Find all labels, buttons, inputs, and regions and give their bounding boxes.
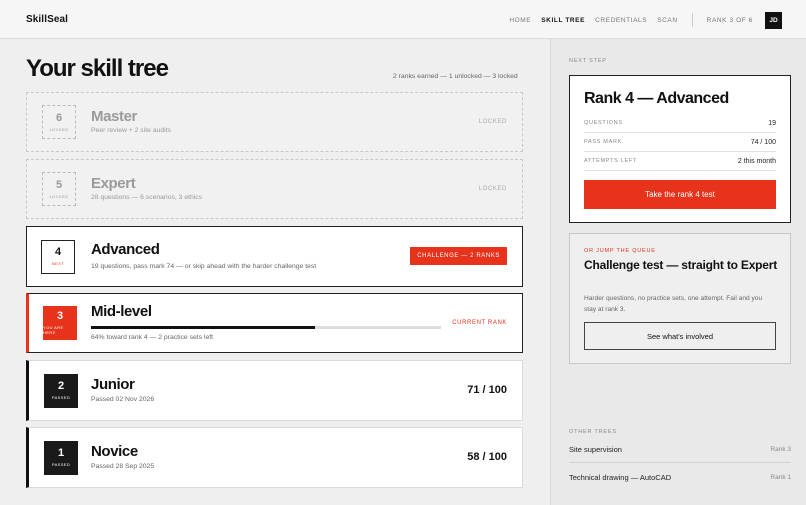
nav-skill-tree[interactable]: SKILL TREE	[541, 17, 585, 24]
rank-number: 4	[54, 246, 62, 258]
tree-name: Technical drawing — AutoCAD	[569, 472, 672, 482]
progress-bar	[91, 326, 441, 329]
other-tree-technical-drawing[interactable]: Technical drawing — AutoCAD Rank 1	[569, 464, 791, 490]
detail-key: PASS MARK	[584, 139, 622, 145]
tier-card-expert: 5 LOCKED Expert 28 questions — 6 scenari…	[26, 159, 523, 219]
tier-name: Expert	[91, 175, 136, 192]
next-step-card: Rank 4 — Advanced QUESTIONS 19 PASS MARK…	[569, 75, 791, 223]
detail-key: ATTEMPTS LEFT	[584, 158, 638, 164]
rank-status: YOU ARE HERE	[43, 325, 64, 335]
brand-logo[interactable]: SkillSeal	[26, 14, 68, 25]
other-trees-label: OTHER TREES	[569, 429, 617, 435]
challenge-card: OR JUMP THE QUEUE Challenge test — strai…	[569, 233, 791, 364]
rank-badge: 2 PASSED	[44, 373, 78, 408]
other-tree-site-supervision[interactable]: Site supervision Rank 3	[569, 437, 791, 463]
nav-scan[interactable]: SCAN	[657, 17, 677, 24]
tier-name: Advanced	[91, 241, 160, 258]
score-value: 71 / 100	[467, 384, 507, 396]
challenge-title: Challenge test — straight to Expert	[584, 258, 778, 272]
tree-name: Site supervision	[569, 445, 622, 454]
rank-badge: 6 LOCKED	[42, 105, 76, 139]
sidebar: NEXT STEP Rank 4 — Advanced QUESTIONS 19…	[550, 39, 806, 505]
tier-card-mid-level: 3 YOU ARE HERE Mid-level 64% toward rank…	[26, 293, 523, 353]
main-nav: HOME SKILL TREE CREDENTIALS SCAN RANK 3 …	[499, 11, 782, 29]
detail-row-attempts: ATTEMPTS LEFT 2 this month	[584, 152, 776, 171]
detail-value: 19	[768, 119, 776, 127]
rank-number: 3	[56, 310, 64, 322]
avatar[interactable]: JD	[765, 11, 782, 29]
see-whats-involved-button[interactable]: See what's involved	[584, 322, 776, 350]
tree-rank: Rank 1	[770, 473, 791, 481]
rank-number: 1	[57, 447, 65, 459]
detail-row-questions: QUESTIONS 19	[584, 114, 776, 133]
take-test-button[interactable]: Take the rank 4 test	[584, 180, 776, 209]
rank-badge: 1 PASSED	[44, 440, 78, 475]
detail-value: 2 this month	[737, 157, 776, 165]
rank-badge: 5 LOCKED	[42, 172, 76, 206]
progress-fill	[91, 326, 315, 329]
tier-description: 19 questions, pass mark 74 — or skip ahe…	[91, 263, 317, 270]
tier-name: Mid-level	[91, 303, 152, 320]
rank-number: 6	[55, 111, 63, 124]
tier-name: Master	[91, 108, 137, 125]
top-bar: SkillSeal HOME SKILL TREE CREDENTIALS SC…	[0, 0, 806, 39]
rank-status: PASSED	[51, 395, 71, 400]
detail-key: QUESTIONS	[584, 120, 623, 126]
nav-home[interactable]: HOME	[509, 17, 531, 24]
score-value: 58 / 100	[467, 451, 507, 463]
tier-description: 64% toward rank 4 — 2 practice sets left	[91, 334, 214, 341]
rank-status: LOCKED	[49, 193, 69, 199]
nav-divider	[691, 13, 693, 27]
rank-badge: 3 YOU ARE HERE	[43, 306, 77, 340]
challenge-text: Harder questions, no practice sets, one …	[584, 295, 763, 313]
rank-status: LOCKED	[49, 126, 69, 132]
tier-description: 28 questions — 6 scenarios, 3 ethics	[91, 194, 203, 201]
current-rank-tag: CURRENT RANK	[452, 320, 507, 326]
rank-indicator: RANK 3 OF 6	[706, 16, 753, 24]
next-step-label: NEXT STEP	[569, 58, 607, 64]
detail-value: 74 / 100	[750, 138, 776, 146]
challenge-button[interactable]: CHALLENGE — 2 RANKS	[410, 247, 507, 265]
rank-status: NEXT	[51, 261, 65, 266]
tier-card-junior: 2 PASSED Junior Passed 02 Nov 2026 71 / …	[26, 360, 523, 421]
rank-status: PASSED	[51, 462, 71, 467]
locked-tag: LOCKED	[478, 119, 507, 125]
tier-card-advanced[interactable]: 4 NEXT Advanced 19 questions, pass mark …	[26, 226, 523, 287]
tier-description: Peer review + 2 site audits	[91, 127, 171, 134]
nav-credentials[interactable]: CREDENTIALS	[595, 17, 647, 24]
tree-rank: Rank 3	[770, 446, 791, 453]
tier-card-novice: 1 PASSED Novice Passed 28 Sep 2025 58 / …	[26, 427, 523, 488]
challenge-eyebrow: OR JUMP THE QUEUE	[584, 248, 656, 254]
detail-row-pass-mark: PASS MARK 74 / 100	[584, 133, 776, 152]
tier-description: Passed 28 Sep 2025	[91, 463, 155, 470]
rank-badge: 4 NEXT	[41, 239, 75, 274]
rank-number: 5	[55, 178, 63, 191]
tier-name: Novice	[91, 443, 138, 460]
rank-summary: 2 ranks earned — 1 unlocked — 3 locked	[393, 73, 518, 80]
page-title: Your skill tree	[26, 55, 169, 82]
tier-card-master: 6 LOCKED Master Peer review + 2 site aud…	[26, 92, 523, 152]
rank-number: 2	[57, 380, 65, 392]
locked-tag: LOCKED	[478, 186, 507, 192]
tier-name: Junior	[91, 376, 135, 393]
next-step-title: Rank 4 — Advanced	[584, 90, 729, 107]
tier-description: Passed 02 Nov 2026	[91, 396, 155, 403]
